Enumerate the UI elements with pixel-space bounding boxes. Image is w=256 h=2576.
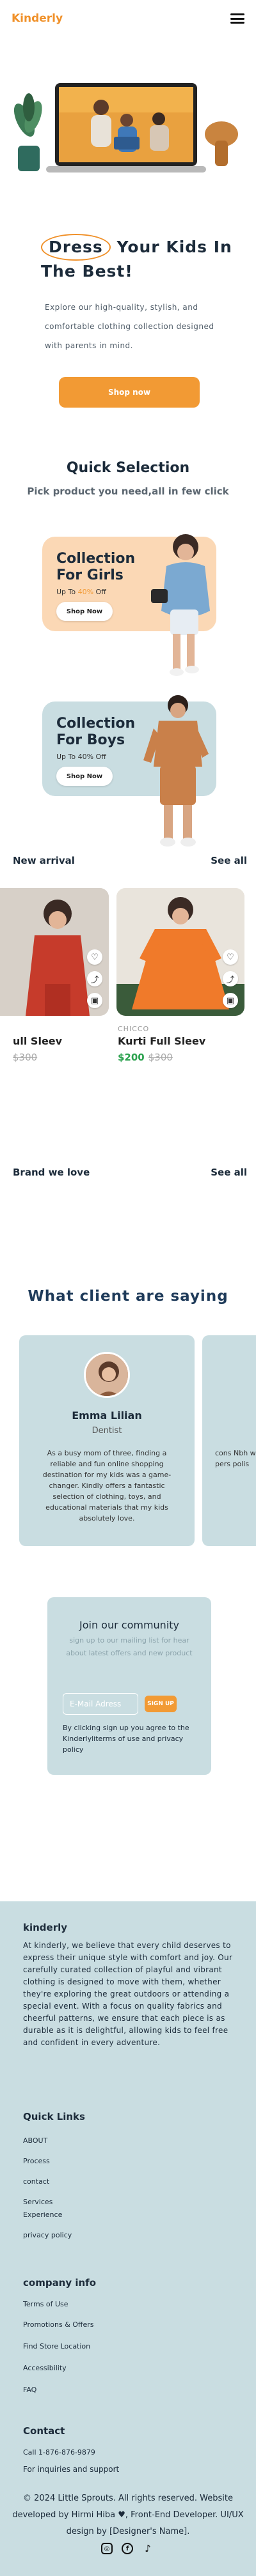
testimonial-name: Emma Lilian	[72, 1409, 142, 1422]
company-info-title: company info	[23, 2277, 97, 2288]
new-arrival-title: New arrival	[13, 855, 75, 866]
shop-now-button[interactable]: Shop now	[59, 377, 200, 408]
email-field[interactable]	[63, 1693, 138, 1715]
product-card[interactable]: ♡ ⤴ ▣	[0, 888, 109, 1016]
footer-link-process[interactable]: Process	[23, 2157, 50, 2165]
hero-title-line1: Your Kids In	[110, 238, 232, 256]
footer-link-privacy-policy[interactable]: privacy policy	[23, 2231, 72, 2239]
cart-icon[interactable]: ▣	[87, 993, 102, 1008]
hero-illustration	[13, 83, 238, 172]
contact-phone[interactable]: Call 1-876-876-9879	[23, 2448, 95, 2457]
new-arrival-see-all-link[interactable]: See all	[211, 855, 247, 866]
share-icon[interactable]: ⤴	[223, 971, 238, 986]
site-footer: kinderly At kinderly, we believe that ev…	[0, 1901, 256, 2576]
footer-link-services[interactable]: Services	[23, 2198, 52, 2206]
boy-model-image	[143, 695, 209, 847]
share-icon[interactable]: ⤴	[87, 971, 102, 986]
testimonial-quote: As a busy mom of three, finding a reliab…	[42, 1449, 172, 1522]
product-old-price: $300	[148, 1052, 173, 1063]
product-card[interactable]: ♡ ⤴ ▣	[116, 888, 244, 1016]
new-arrival-header: New arrival See all	[13, 855, 247, 866]
instagram-icon[interactable]: ◎	[101, 2543, 113, 2554]
brand-row-see-all-link[interactable]: See all	[211, 1167, 247, 1178]
footer-link-promotions[interactable]: Promotions & Offers	[23, 2320, 94, 2329]
boys-collection-offer: Up To 40% Off	[56, 753, 106, 761]
footer-link-about[interactable]: ABOUT	[23, 2136, 47, 2145]
brand-row-header: Brand we love See all	[13, 1167, 247, 1178]
testimonial-card-next[interactable]: cons Nbh wea pers polis	[202, 1335, 256, 1546]
product-actions: ♡ ⤴ ▣	[223, 949, 238, 1008]
girls-collection-title: Collection For Girls	[56, 551, 136, 584]
girls-collection-offer: Up To 40% Off	[56, 588, 106, 596]
hero-description: Explore our high-quality, stylish, and c…	[45, 303, 214, 350]
hero-title-highlight: Dress	[41, 234, 111, 261]
hero-title-line2: The Best!	[41, 261, 133, 280]
site-header: Kinderly	[0, 0, 256, 37]
contact-title: Contact	[23, 2425, 65, 2437]
copyright-text: © 2024 Little Sprouts. All rights reserv…	[12, 2494, 244, 2536]
girl-model-image	[151, 534, 210, 676]
footer-link-experience[interactable]: Experience	[23, 2211, 62, 2219]
footer-link-contact[interactable]: contact	[23, 2177, 49, 2186]
tiktok-icon[interactable]: ♪	[142, 2543, 154, 2554]
newsletter-description: sign up to our mailing list for hear abo…	[66, 1636, 193, 1657]
newsletter-card: Join our community sign up to our mailin…	[47, 1597, 211, 1775]
avatar	[84, 1352, 130, 1398]
heart-icon[interactable]: ♡	[223, 949, 238, 965]
product-actions: ♡ ⤴ ▣	[87, 949, 102, 1008]
facebook-icon[interactable]: f	[122, 2543, 133, 2554]
product-brand: CHICCO	[118, 1025, 150, 1033]
quick-selection-subtitle: Pick product you need,all in few click	[27, 486, 229, 497]
contact-note: For inquiries and support	[23, 2465, 120, 2474]
footer-brand-title: kinderly	[23, 1922, 68, 1933]
sign-up-button[interactable]: SIGN UP	[145, 1696, 177, 1712]
social-links: ◎ f ♪	[101, 2543, 154, 2554]
cart-icon[interactable]: ▣	[223, 993, 238, 1008]
footer-link-store-location[interactable]: Find Store Location	[23, 2342, 90, 2350]
girls-shop-now-button[interactable]: Shop Now	[56, 602, 113, 621]
quick-links-title: Quick Links	[23, 2111, 85, 2122]
footer-link-faq[interactable]: FAQ	[23, 2386, 36, 2394]
product-name: ull Sleev	[13, 1035, 63, 1047]
site-logo[interactable]: Kinderly	[12, 12, 63, 25]
product-name: Kurti Full Sleev	[118, 1035, 206, 1047]
page: Kinderly Dress Your Kids In The Best! Ex…	[0, 0, 256, 2576]
footer-about-text: At kinderly, we believe that every child…	[23, 1941, 233, 2047]
testimonials-title: What client are saying	[28, 1288, 228, 1305]
heart-icon[interactable]: ♡	[87, 949, 102, 965]
product-price: $300	[13, 1052, 37, 1063]
product-old-price: $300	[13, 1052, 38, 1063]
newsletter-title: Join our community	[79, 1619, 179, 1631]
newsletter-terms-note: By clicking sign up you agree to the Kin…	[63, 1724, 189, 1754]
testimonial-role: Dentist	[92, 1426, 122, 1436]
hamburger-menu-icon[interactable]	[230, 13, 244, 24]
footer-link-accessibility[interactable]: Accessibility	[23, 2364, 67, 2372]
product-current-price: $200	[118, 1052, 145, 1063]
brand-row-title: Brand we love	[13, 1167, 90, 1178]
quick-selection-title: Quick Selection	[66, 460, 190, 476]
hero-title: Dress Your Kids In The Best!	[41, 234, 233, 282]
testimonial-card: Emma Lilian Dentist As a busy mom of thr…	[19, 1335, 195, 1546]
footer-link-terms[interactable]: Terms of Use	[23, 2300, 68, 2308]
product-price: $200 $300	[118, 1052, 173, 1063]
girls-offer-value: 40%	[77, 588, 94, 596]
testimonial-quote-peek: cons Nbh wea pers polis	[215, 1449, 256, 1468]
boys-shop-now-button[interactable]: Shop Now	[56, 767, 113, 786]
